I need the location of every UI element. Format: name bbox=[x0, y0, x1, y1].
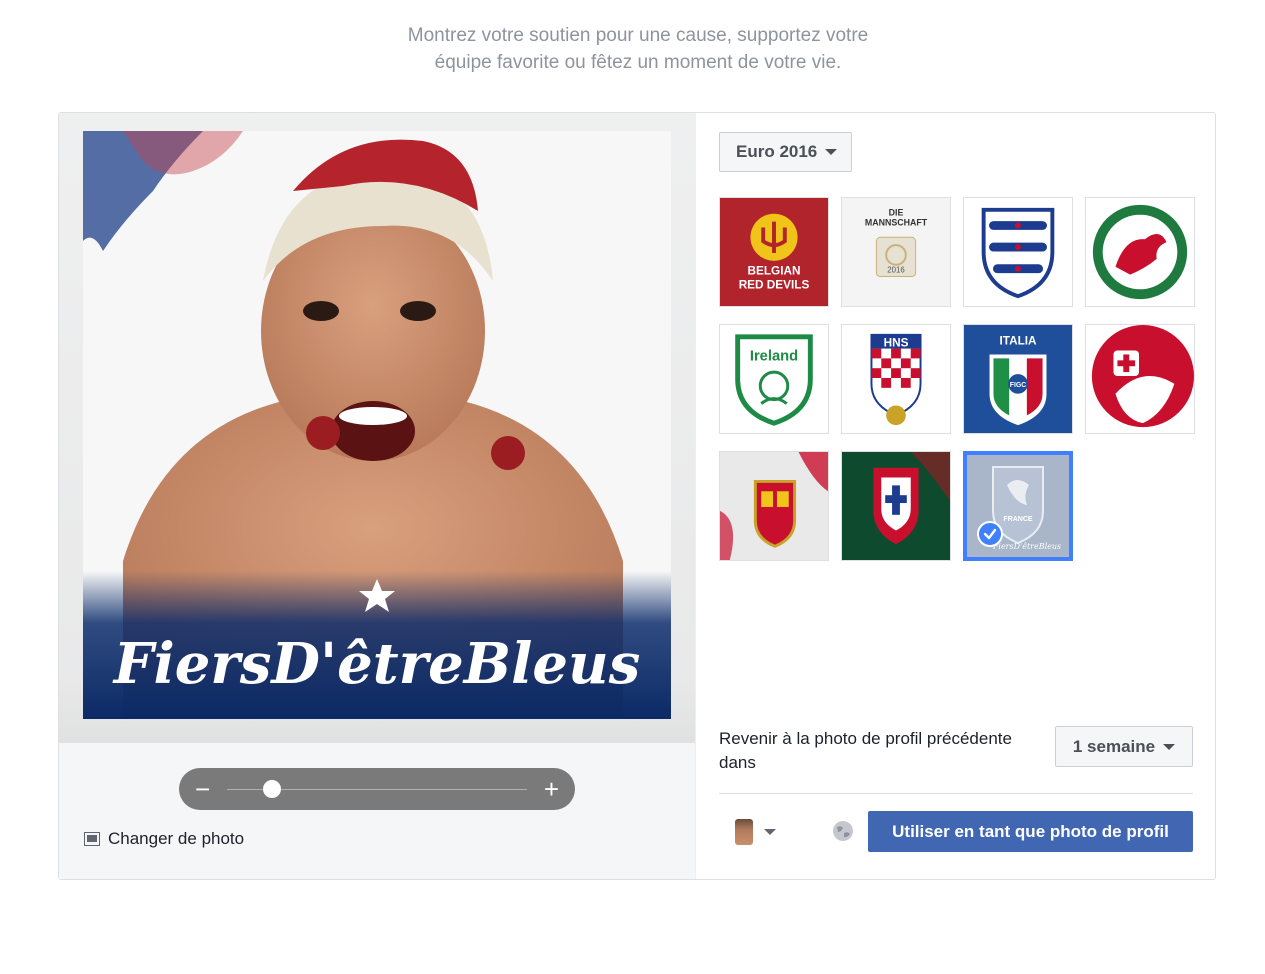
photo-crop-area[interactable]: FiersD'êtreBleus bbox=[59, 113, 695, 743]
revert-label: Revenir à la photo de profil précédente … bbox=[719, 729, 1012, 772]
frame-text: FiersD'êtreBleus bbox=[112, 631, 641, 697]
frame-tile-belgium[interactable]: BELGIAN RED DEVILS bbox=[719, 197, 829, 307]
post-as-selector[interactable] bbox=[735, 819, 776, 845]
frame-tile-france[interactable]: FRANCE FiersD'êtreBleus bbox=[963, 451, 1073, 561]
frame-picker-panel: Euro 2016 BELGIAN RED DEVILS DIE MANNSCH… bbox=[695, 113, 1215, 879]
avatar bbox=[735, 819, 753, 845]
germany-line-1: DIE bbox=[889, 208, 904, 218]
wales-badge-icon bbox=[1086, 198, 1194, 306]
use-as-profile-photo-button[interactable]: Utiliser en tant que photo de profil bbox=[868, 811, 1193, 852]
croatia-line-1: HNS bbox=[884, 337, 909, 350]
zoom-out-button[interactable]: − bbox=[195, 774, 210, 804]
zoom-handle[interactable] bbox=[263, 780, 281, 798]
germany-line-2: MANNSCHAFT bbox=[865, 217, 928, 227]
revert-duration-label: 1 semaine bbox=[1072, 736, 1156, 756]
intro-text: Montrez votre soutien pour une cause, su… bbox=[0, 22, 1265, 76]
revert-duration-dropdown[interactable]: 1 semaine bbox=[1055, 726, 1193, 767]
change-photo-label: Changer de photo bbox=[108, 829, 245, 848]
profile-frame-dialog: FiersD'êtreBleus − + Changer de photo Eu… bbox=[58, 112, 1216, 880]
divider bbox=[719, 793, 1193, 794]
germany-badge-icon: DIE MANNSCHAFT 2016 bbox=[842, 198, 950, 306]
frame-tile-switzerland[interactable] bbox=[1085, 324, 1195, 434]
croatia-badge-icon: HNS bbox=[842, 325, 950, 433]
preview-panel: FiersD'êtreBleus − + Changer de photo bbox=[59, 113, 696, 879]
belgium-line-1: BELGIAN bbox=[748, 265, 801, 278]
frame-grid: BELGIAN RED DEVILS DIE MANNSCHAFT 2016 I… bbox=[719, 197, 1195, 561]
intro-line-1: Montrez votre soutien pour une cause, su… bbox=[407, 25, 869, 46]
germany-line-3: 2016 bbox=[887, 266, 905, 275]
frame-tile-england[interactable] bbox=[963, 197, 1073, 307]
italy-badge-icon: ITALIA FIGC bbox=[964, 325, 1072, 433]
frame-category-label: Euro 2016 bbox=[736, 142, 818, 161]
change-photo-link[interactable]: Changer de photo bbox=[84, 829, 244, 849]
belgium-badge-icon: BELGIAN RED DEVILS bbox=[720, 198, 828, 306]
portugal-badge-icon bbox=[842, 452, 950, 560]
frame-category-dropdown[interactable]: Euro 2016 bbox=[719, 132, 853, 172]
france-line-2: FiersD'êtreBleus bbox=[992, 542, 1061, 551]
frame-tile-italy[interactable]: ITALIA FIGC bbox=[963, 324, 1073, 434]
intro-line-2: équipe favorite ou fêtez un moment de vo… bbox=[434, 52, 842, 73]
profile-photo-preview[interactable]: FiersD'êtreBleus bbox=[83, 131, 671, 719]
frame-tile-spain[interactable] bbox=[719, 451, 829, 561]
selected-check-icon bbox=[977, 521, 1003, 547]
ireland-badge-icon: Ireland bbox=[720, 325, 828, 433]
belgium-line-2: RED DEVILS bbox=[739, 278, 810, 291]
preview-image: FiersD'êtreBleus bbox=[83, 131, 671, 719]
frame-tile-germany[interactable]: DIE MANNSCHAFT 2016 bbox=[841, 197, 951, 307]
frame-tile-portugal[interactable] bbox=[841, 451, 951, 561]
italy-line-1: ITALIA bbox=[999, 335, 1037, 348]
italy-line-2: FIGC bbox=[1010, 382, 1026, 389]
frame-tile-wales[interactable] bbox=[1085, 197, 1195, 307]
ireland-line-1: Ireland bbox=[750, 348, 798, 364]
england-badge-icon bbox=[964, 198, 1072, 306]
photo-icon bbox=[84, 832, 100, 846]
globe-icon[interactable] bbox=[832, 820, 854, 842]
switzerland-badge-icon bbox=[1086, 325, 1194, 433]
chevron-down-icon bbox=[825, 149, 838, 155]
frame-tile-ireland[interactable]: Ireland bbox=[719, 324, 829, 434]
spain-badge-icon bbox=[720, 452, 828, 560]
frame-tile-croatia[interactable]: HNS bbox=[841, 324, 951, 434]
france-line-1: FRANCE bbox=[1003, 516, 1032, 523]
chevron-down-icon bbox=[1163, 743, 1176, 750]
zoom-in-button[interactable]: + bbox=[544, 774, 559, 804]
chevron-down-icon bbox=[764, 829, 776, 835]
zoom-slider[interactable]: − + bbox=[179, 768, 575, 810]
